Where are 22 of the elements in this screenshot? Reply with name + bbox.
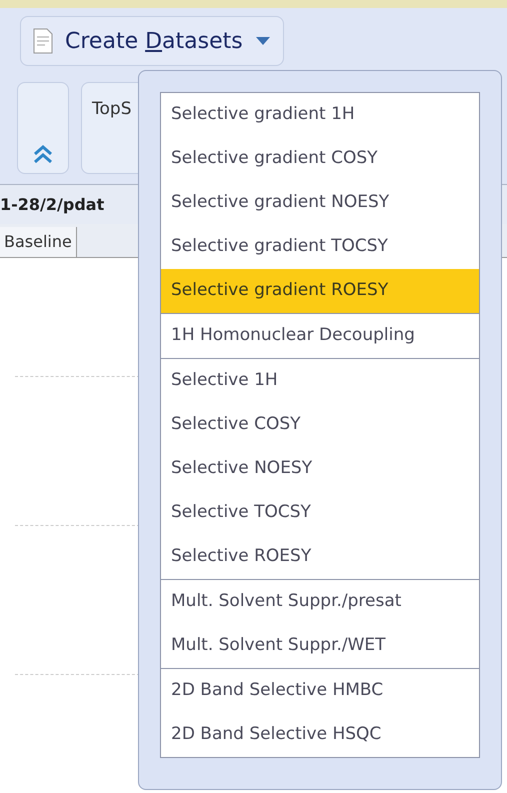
caret-icon: [254, 36, 271, 46]
menu-item[interactable]: Selective 1H: [161, 359, 479, 403]
menu-item[interactable]: 2D Band Selective HSQC: [161, 713, 479, 757]
panel-label: TopS: [92, 99, 132, 119]
menu-item[interactable]: Selective gradient TOCSY: [161, 225, 479, 269]
menu-item[interactable]: Selective gradient ROESY: [161, 269, 479, 313]
menu-item[interactable]: Selective COSY: [161, 403, 479, 447]
tab[interactable]: Baseline: [0, 227, 77, 257]
create-datasets-button[interactable]: Create Datasets: [20, 16, 284, 66]
document-icon: [33, 28, 53, 54]
menu-item[interactable]: 2D Band Selective HMBC: [161, 669, 479, 713]
menu-item[interactable]: Selective ROESY: [161, 535, 479, 579]
menu-item[interactable]: Selective gradient COSY: [161, 137, 479, 181]
menu-item[interactable]: 1H Homonuclear Decoupling: [161, 314, 479, 358]
menu-item[interactable]: Selective gradient NOESY: [161, 181, 479, 225]
menu-item[interactable]: Selective gradient 1H: [161, 93, 479, 137]
file-path: 1-28/2/pdat: [0, 194, 104, 216]
menu-item[interactable]: Mult. Solvent Suppr./presat: [161, 580, 479, 624]
menu-item[interactable]: Mult. Solvent Suppr./WET: [161, 624, 479, 668]
double-chevron-up-icon[interactable]: [32, 143, 54, 165]
menu-item[interactable]: Selective NOESY: [161, 447, 479, 491]
menu-item[interactable]: Selective TOCSY: [161, 491, 479, 535]
